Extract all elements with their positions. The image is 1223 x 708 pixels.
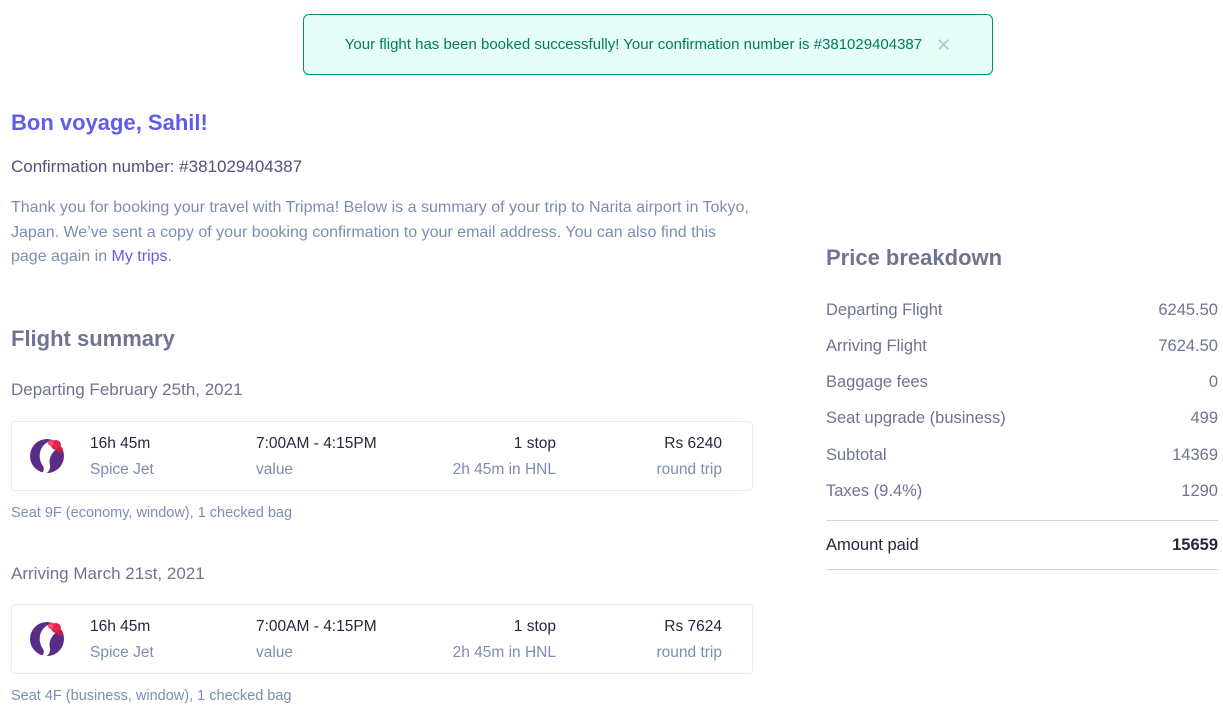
greeting-heading: Bon voyage, Sahil! [11,110,208,135]
airline-name: Spice Jet [90,461,154,478]
arriving-flight-card[interactable]: 16h 45m Spice Jet 7:00AM - 4:15PM value … [11,604,753,674]
booking-success-toast: Your flight has been booked successfully… [303,14,993,75]
price-label: Baggage fees [826,373,928,391]
flight-price-cell: Rs 7624 round trip [657,618,722,662]
flight-price-cell: Rs 6240 round trip [657,435,722,479]
price-label: Arriving Flight [826,337,927,355]
price-row-arriving: Arriving Flight 7624.50 [826,337,1218,356]
price-row-amount-paid: Amount paid 15659 [826,536,1218,555]
departing-flight-card[interactable]: 16h 45m Spice Jet 7:00AM - 4:15PM value … [11,421,753,491]
flight-stops: 1 stop [513,618,556,635]
flight-duration-cell: 16h 45m Spice Jet [90,618,154,662]
total-label: Amount paid [826,536,919,554]
airline-logo-icon [30,439,64,475]
price-row-taxes: Taxes (9.4%) 1290 [826,482,1218,501]
toast-message: Your flight has been booked successfully… [344,36,923,53]
flight-stops-cell: 1 stop 2h 45m in HNL [453,618,556,662]
my-trips-link[interactable]: My trips [112,248,168,265]
trip-type: round trip [656,461,722,478]
price-label: Departing Flight [826,301,943,319]
price-value: 1290 [1181,482,1218,500]
flight-price: Rs 6240 [664,435,722,452]
thank-you-message: Thank you for booking your travel with T… [11,196,756,270]
flight-duration: 16h 45m [90,435,151,452]
price-value: 14369 [1172,446,1218,464]
price-row-seat-upgrade: Seat upgrade (business) 499 [826,409,1218,428]
price-row-subtotal: Subtotal 14369 [826,446,1218,465]
flight-summary-title: Flight summary [11,326,175,351]
price-label: Seat upgrade (business) [826,409,1006,427]
arriving-leg-heading: Arriving March 21st, 2021 [11,564,205,583]
flight-duration-cell: 16h 45m Spice Jet [90,435,154,479]
arriving-seat-note: Seat 4F (business, window), 1 checked ba… [11,688,292,704]
flight-time: 7:00AM - 4:15PM [256,618,377,635]
thank-you-text-end: . [167,248,172,265]
price-divider-bottom [826,569,1218,570]
flight-stops: 1 stop [513,435,556,452]
price-value: 0 [1208,373,1218,391]
flight-stops-cell: 1 stop 2h 45m in HNL [453,435,556,479]
price-row-departing: Departing Flight 6245.50 [826,301,1218,320]
flight-price: Rs 7624 [664,618,722,635]
flight-time-sub: value [256,461,294,478]
departing-leg-heading: Departing February 25th, 2021 [11,380,243,399]
flight-layover: 2h 45m in HNL [452,644,556,661]
departing-seat-note: Seat 9F (economy, window), 1 checked bag [11,505,293,521]
price-label: Subtotal [826,446,887,464]
total-value: 15659 [1172,536,1218,554]
flight-time-cell: 7:00AM - 4:15PM value [256,435,377,479]
price-value: 6245.50 [1158,301,1218,319]
flight-time-sub: value [256,644,294,661]
confirmation-number: Confirmation number: #381029404387 [11,157,303,176]
flight-time: 7:00AM - 4:15PM [256,435,377,452]
close-icon[interactable]: ✕ [936,36,951,54]
price-row-baggage: Baggage fees 0 [826,373,1218,392]
trip-type: round trip [656,644,722,661]
airline-logo-icon [30,622,64,658]
flight-layover: 2h 45m in HNL [452,461,556,478]
airline-name: Spice Jet [90,644,154,661]
price-label: Taxes (9.4%) [826,482,923,500]
price-value: 499 [1190,409,1218,427]
flight-duration: 16h 45m [90,618,151,635]
price-value: 7624.50 [1158,337,1218,355]
price-breakdown-title: Price breakdown [826,245,1003,270]
flight-time-cell: 7:00AM - 4:15PM value [256,618,377,662]
price-divider [826,520,1218,521]
